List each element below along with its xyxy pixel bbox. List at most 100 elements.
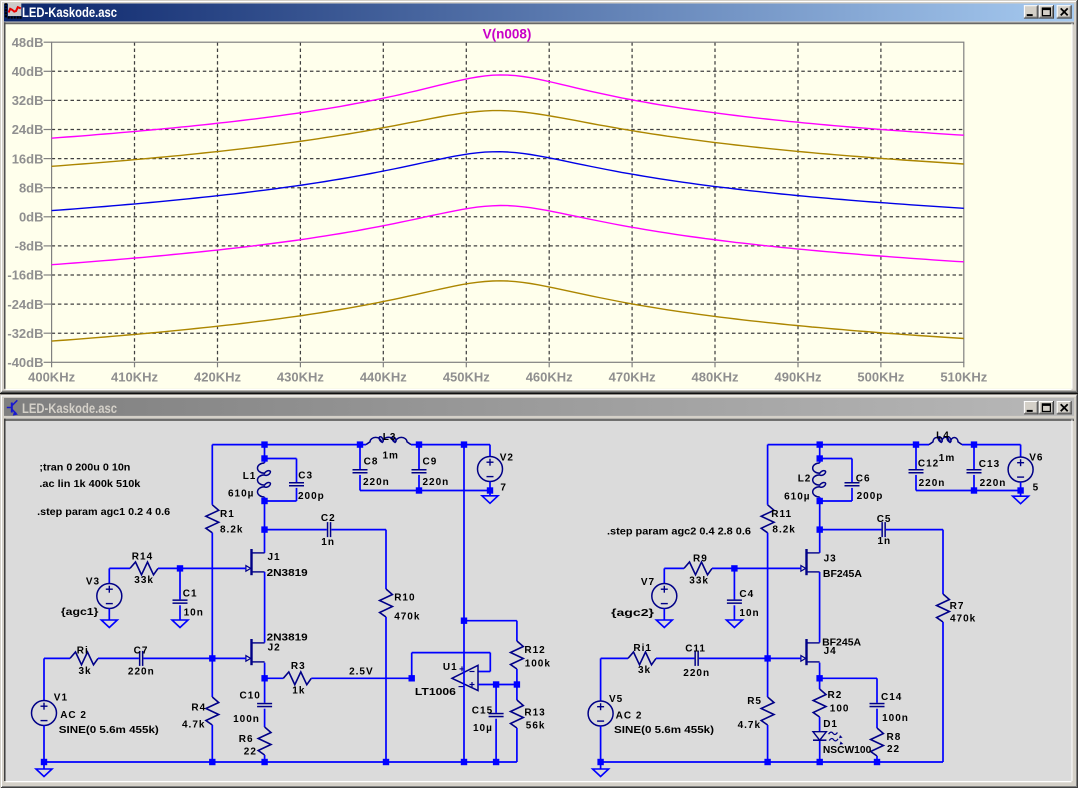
svg-text:10n: 10n: [184, 607, 204, 618]
svg-text:480KHz: 480KHz: [692, 370, 739, 385]
svg-text:220n: 220n: [423, 477, 450, 488]
svg-text:AC 2: AC 2: [60, 710, 87, 721]
svg-text:430KHz: 430KHz: [277, 370, 324, 385]
svg-text:8.2k: 8.2k: [220, 525, 243, 536]
svg-text:R8: R8: [887, 732, 902, 743]
svg-text:100n: 100n: [882, 713, 909, 724]
svg-text:C9: C9: [423, 457, 438, 468]
svg-text:40dB: 40dB: [12, 64, 44, 79]
svg-text:V5: V5: [609, 694, 623, 705]
svg-text:L2: L2: [798, 473, 812, 484]
svg-text:1m: 1m: [939, 453, 955, 464]
svg-text:J4: J4: [824, 646, 837, 657]
svg-text:22: 22: [887, 744, 900, 755]
svg-text:R1: R1: [220, 509, 235, 520]
svg-text:NSCW100: NSCW100: [823, 745, 872, 756]
svg-text:1m: 1m: [383, 451, 399, 462]
svg-text:R4: R4: [191, 703, 206, 714]
svg-text:220n: 220n: [683, 668, 710, 679]
svg-text:8.2k: 8.2k: [772, 524, 795, 535]
svg-text:220n: 220n: [128, 666, 155, 677]
svg-text:1n: 1n: [878, 536, 892, 547]
svg-text:16dB: 16dB: [12, 151, 44, 166]
svg-text:490KHz: 490KHz: [775, 370, 822, 385]
svg-text:-32dB: -32dB: [7, 326, 43, 341]
svg-text:610µ: 610µ: [228, 488, 254, 499]
svg-text:220n: 220n: [919, 478, 946, 489]
svg-text:2.5V: 2.5V: [349, 667, 374, 678]
svg-text:5: 5: [1033, 483, 1040, 494]
svg-text:420KHz: 420KHz: [194, 370, 241, 385]
svg-text:V7: V7: [641, 577, 655, 588]
svg-text:1k: 1k: [292, 686, 305, 697]
svg-text:C12: C12: [918, 459, 939, 470]
svg-text:100: 100: [830, 703, 850, 714]
svg-text:R9: R9: [693, 554, 708, 565]
svg-text:AC 2: AC 2: [616, 711, 643, 722]
svg-text:C2: C2: [321, 513, 336, 524]
svg-text:10µ: 10µ: [473, 723, 493, 734]
svg-text:C10: C10: [240, 690, 261, 701]
svg-text:C4: C4: [739, 589, 754, 600]
svg-text:{agc1}: {agc1}: [61, 607, 99, 618]
svg-text:470k: 470k: [950, 614, 976, 625]
svg-text:R14: R14: [132, 551, 153, 562]
svg-text:500KHz: 500KHz: [857, 370, 904, 385]
svg-text:220n: 220n: [980, 478, 1007, 489]
svg-text:33k: 33k: [134, 575, 154, 586]
svg-text:SINE(0 5.6m 455k): SINE(0 5.6m 455k): [59, 725, 159, 736]
svg-text:100n: 100n: [233, 714, 260, 725]
svg-text:440KHz: 440KHz: [360, 370, 407, 385]
svg-text:450KHz: 450KHz: [443, 370, 490, 385]
svg-text:0dB: 0dB: [19, 210, 44, 225]
svg-text:610µ: 610µ: [784, 491, 810, 502]
svg-text:470k: 470k: [394, 611, 420, 622]
svg-text:8dB: 8dB: [19, 180, 44, 195]
svg-text:L4: L4: [936, 431, 950, 442]
svg-text:R5: R5: [747, 696, 762, 707]
svg-text:;tran 0 200u 0 10n: ;tran 0 200u 0 10n: [39, 462, 130, 473]
svg-text:L1: L1: [243, 471, 257, 482]
svg-text:V6: V6: [1029, 453, 1043, 464]
svg-text:C15: C15: [472, 705, 493, 716]
svg-text:.ac lin 1k 400k 510k: .ac lin 1k 400k 510k: [39, 479, 140, 490]
svg-text:10n: 10n: [739, 608, 759, 619]
svg-text:400KHz: 400KHz: [28, 370, 75, 385]
svg-text:-40dB: -40dB: [7, 355, 43, 370]
svg-text:2N3819: 2N3819: [267, 568, 309, 579]
svg-text:R13: R13: [524, 707, 545, 718]
svg-text:48dB: 48dB: [12, 35, 44, 50]
svg-text:J2: J2: [268, 642, 281, 653]
svg-text:R12: R12: [524, 645, 545, 656]
svg-text:C7: C7: [134, 645, 149, 656]
svg-text:Ri: Ri: [77, 645, 89, 656]
svg-text:J1: J1: [268, 552, 281, 563]
svg-text:1n: 1n: [321, 537, 335, 548]
svg-text:C11: C11: [685, 644, 706, 655]
svg-text:R11: R11: [771, 509, 792, 520]
svg-text:C5: C5: [877, 514, 892, 525]
svg-text:R3: R3: [291, 661, 306, 672]
svg-text:410KHz: 410KHz: [111, 370, 158, 385]
svg-text:510KHz: 510KHz: [940, 370, 987, 385]
svg-text:.step param agc2 0.4 2.8 0.6: .step param agc2 0.4 2.8 0.6: [607, 527, 751, 538]
svg-text:4.7k: 4.7k: [182, 720, 205, 731]
svg-text:R6: R6: [239, 734, 254, 745]
svg-text:R2: R2: [828, 690, 843, 701]
svg-text:V3: V3: [86, 576, 100, 587]
svg-text:460KHz: 460KHz: [526, 370, 573, 385]
svg-text:J3: J3: [824, 553, 837, 564]
svg-text:3k: 3k: [638, 665, 651, 676]
svg-text:V2: V2: [500, 452, 514, 463]
svg-text:L3: L3: [383, 432, 397, 443]
svg-text:22: 22: [244, 746, 257, 757]
svg-text:LT1006: LT1006: [415, 687, 457, 698]
svg-text:C1: C1: [183, 589, 198, 600]
svg-text:-24dB: -24dB: [7, 297, 43, 312]
svg-text:-8dB: -8dB: [15, 239, 44, 254]
svg-text:D1: D1: [823, 719, 838, 730]
svg-text:C6: C6: [856, 473, 871, 484]
svg-text:200p: 200p: [298, 491, 325, 502]
svg-text:V(n008): V(n008): [483, 27, 532, 42]
svg-text:56k: 56k: [526, 721, 546, 732]
